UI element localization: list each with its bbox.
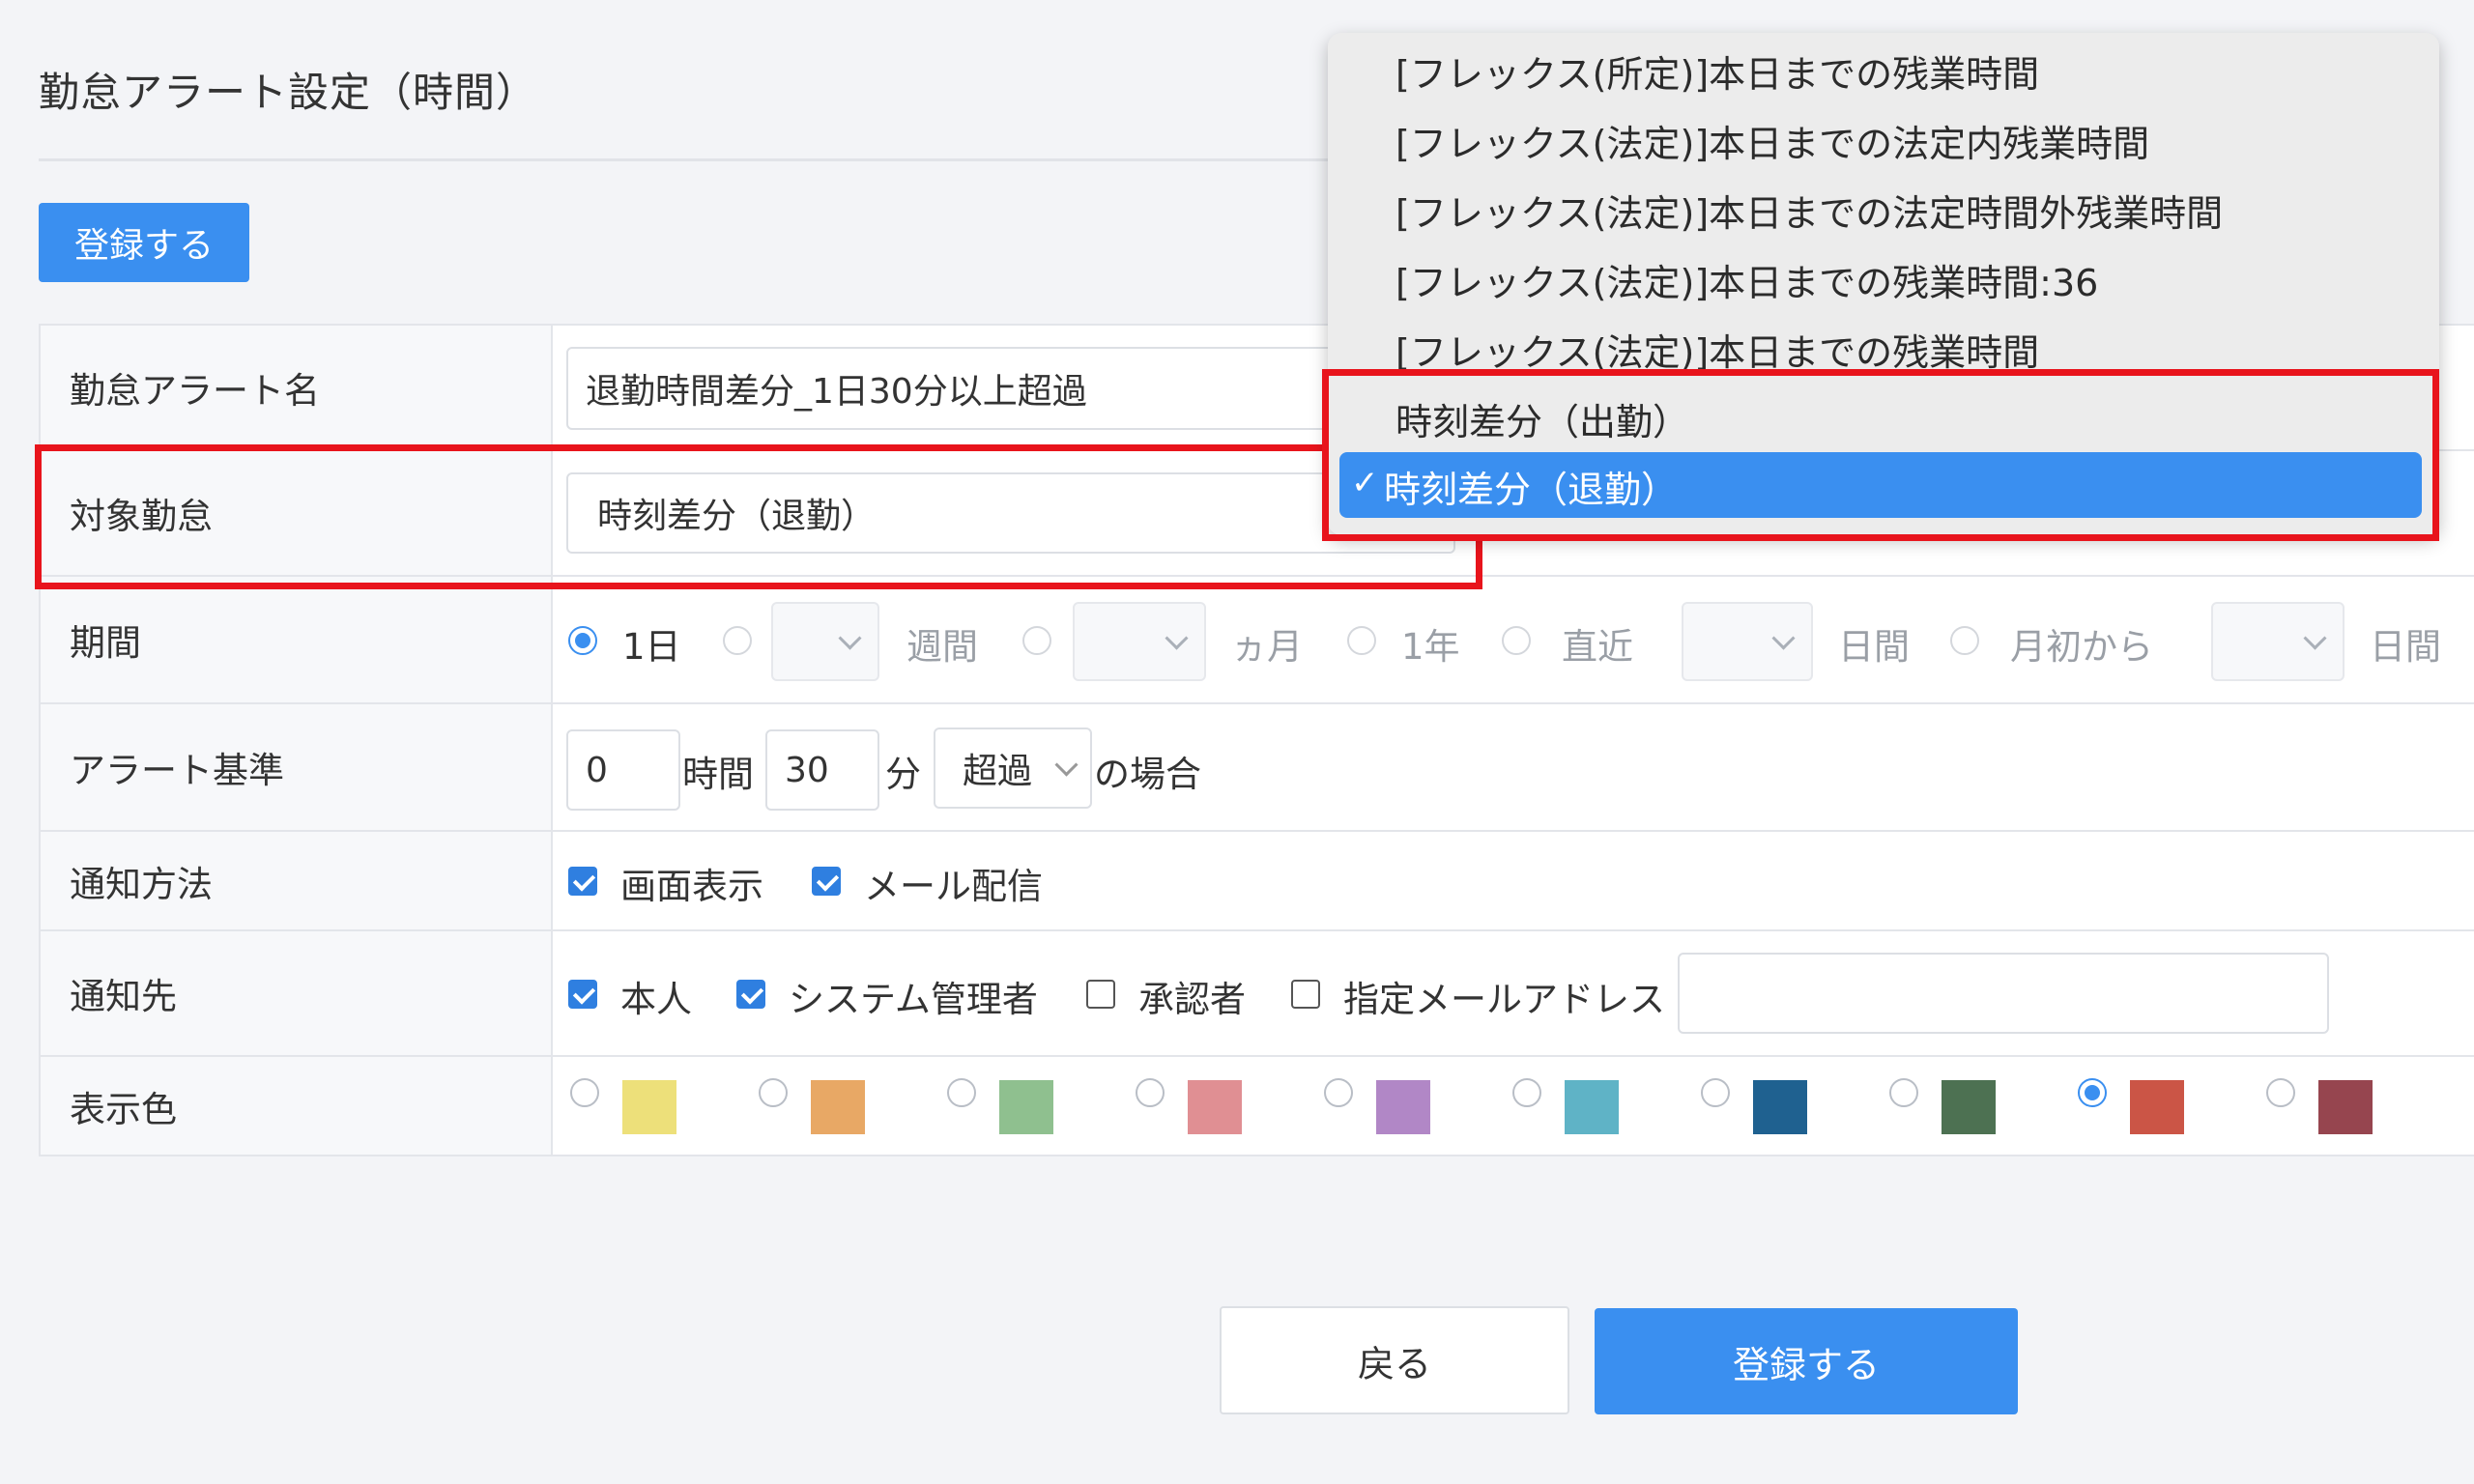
color-swatch[interactable] xyxy=(1376,1080,1430,1134)
specified-email-label: 指定メールアドレス xyxy=(1343,979,1665,1020)
period-month-select[interactable] xyxy=(1073,602,1206,681)
hours-unit: 時間 xyxy=(682,754,754,795)
target-select[interactable]: 時刻差分（退勤） xyxy=(566,472,1455,554)
specified-email-input[interactable] xyxy=(1678,953,2329,1034)
sysadmin-label: システム管理者 xyxy=(789,979,1038,1020)
condition-select[interactable]: 超過 xyxy=(934,728,1092,809)
period-week-select[interactable] xyxy=(771,602,879,681)
period-day-label: 1日 xyxy=(622,626,681,668)
period-month-start-radio[interactable] xyxy=(1950,626,1979,655)
dropdown-option[interactable]: [フレックス(法定)]本日までの法定時間外残業時間 xyxy=(1395,184,2223,237)
dropdown-option-selected[interactable]: ✓ 時刻差分（退勤） xyxy=(1339,452,2422,518)
minutes-input[interactable]: 30 xyxy=(765,729,879,811)
period-month-radio[interactable] xyxy=(1022,626,1051,655)
checkmark-icon: ✓ xyxy=(1351,464,1379,502)
mail-delivery-checkbox[interactable] xyxy=(812,867,841,896)
color-options xyxy=(551,1055,2474,1156)
criteria-suffix: の場合 xyxy=(1094,754,1201,795)
period-recent-unit: 日間 xyxy=(1838,626,1910,668)
period-month-start-select[interactable] xyxy=(2211,602,2345,681)
color-swatch[interactable] xyxy=(1188,1080,1242,1134)
self-checkbox[interactable] xyxy=(568,980,597,1009)
chevron-down-icon xyxy=(1054,753,1079,777)
period-year-radio[interactable] xyxy=(1347,626,1376,655)
period-recent-radio[interactable] xyxy=(1502,626,1531,655)
chevron-down-icon xyxy=(1165,626,1189,650)
dropdown-option[interactable]: 時刻差分（出勤） xyxy=(1395,392,1689,445)
color-swatch[interactable] xyxy=(1942,1080,1996,1134)
dropdown-option[interactable]: [フレックス(法定)]本日までの残業時間 xyxy=(1395,323,2039,376)
minutes-unit: 分 xyxy=(885,754,921,795)
dropdown-selected-label: 時刻差分（退勤） xyxy=(1384,469,1679,511)
color-swatch[interactable] xyxy=(2318,1080,2373,1134)
approver-label: 承認者 xyxy=(1138,979,1246,1020)
specified-email-checkbox[interactable] xyxy=(1291,980,1320,1009)
color-radio[interactable] xyxy=(570,1078,599,1107)
period-week-unit: 週間 xyxy=(906,626,978,668)
color-swatch[interactable] xyxy=(999,1080,1053,1134)
name-label: 勤怠アラート名 xyxy=(39,324,553,451)
target-label: 対象勤怠 xyxy=(39,449,553,577)
color-radio[interactable] xyxy=(2266,1078,2295,1107)
dropdown-option[interactable]: [フレックス(法定)]本日までの残業時間:36 xyxy=(1395,253,2098,306)
screen-display-checkbox[interactable] xyxy=(568,867,597,896)
color-swatch[interactable] xyxy=(1565,1080,1619,1134)
period-month-start-unit: 日間 xyxy=(2370,626,2441,668)
mail-delivery-label: メール配信 xyxy=(864,866,1043,907)
back-button[interactable]: 戻る xyxy=(1220,1306,1569,1414)
color-radio[interactable] xyxy=(1136,1078,1165,1107)
color-radio[interactable] xyxy=(1889,1078,1918,1107)
chevron-down-icon xyxy=(1771,626,1796,650)
chevron-down-icon xyxy=(2303,626,2327,650)
dropdown-option[interactable]: [フレックス(法定)]本日までの法定内残業時間 xyxy=(1395,114,2149,167)
color-radio[interactable] xyxy=(1512,1078,1541,1107)
period-day-radio[interactable] xyxy=(568,626,597,655)
target-dropdown-menu: [フレックス(所定)]本日までの残業時間 [フレックス(法定)]本日までの法定内… xyxy=(1328,33,2439,535)
period-month-unit: ヵ月 xyxy=(1231,626,1303,668)
period-week-radio[interactable] xyxy=(723,626,752,655)
register-button[interactable]: 登録する xyxy=(1595,1308,2018,1414)
method-label: 通知方法 xyxy=(39,830,553,931)
period-label: 期間 xyxy=(39,575,553,704)
color-radio[interactable] xyxy=(2078,1078,2107,1107)
destination-label: 通知先 xyxy=(39,929,553,1057)
dropdown-option[interactable]: [フレックス(所定)]本日までの残業時間 xyxy=(1395,44,2039,98)
color-radio[interactable] xyxy=(759,1078,788,1107)
title-divider xyxy=(39,158,1392,161)
period-month-start-label: 月初から xyxy=(2010,626,2153,668)
color-label: 表示色 xyxy=(39,1055,553,1156)
color-radio[interactable] xyxy=(1701,1078,1730,1107)
screen-display-label: 画面表示 xyxy=(620,866,763,907)
approver-checkbox[interactable] xyxy=(1086,980,1115,1009)
color-radio[interactable] xyxy=(947,1078,976,1107)
color-swatch[interactable] xyxy=(622,1080,676,1134)
period-recent-label: 直近 xyxy=(1562,626,1633,668)
condition-value: 超過 xyxy=(963,752,1033,791)
color-swatch[interactable] xyxy=(2130,1080,2184,1134)
color-radio[interactable] xyxy=(1324,1078,1353,1107)
chevron-down-icon xyxy=(838,626,862,650)
color-swatch[interactable] xyxy=(1753,1080,1807,1134)
period-recent-select[interactable] xyxy=(1682,602,1813,681)
hours-input[interactable]: 0 xyxy=(566,729,680,811)
sysadmin-checkbox[interactable] xyxy=(736,980,765,1009)
self-label: 本人 xyxy=(620,979,692,1020)
criteria-label: アラート基準 xyxy=(39,702,553,832)
page-title: 勤怠アラート設定（時間） xyxy=(39,69,538,116)
period-year-label: 1年 xyxy=(1401,626,1460,668)
register-button-top[interactable]: 登録する xyxy=(39,203,249,282)
color-swatch[interactable] xyxy=(811,1080,865,1134)
